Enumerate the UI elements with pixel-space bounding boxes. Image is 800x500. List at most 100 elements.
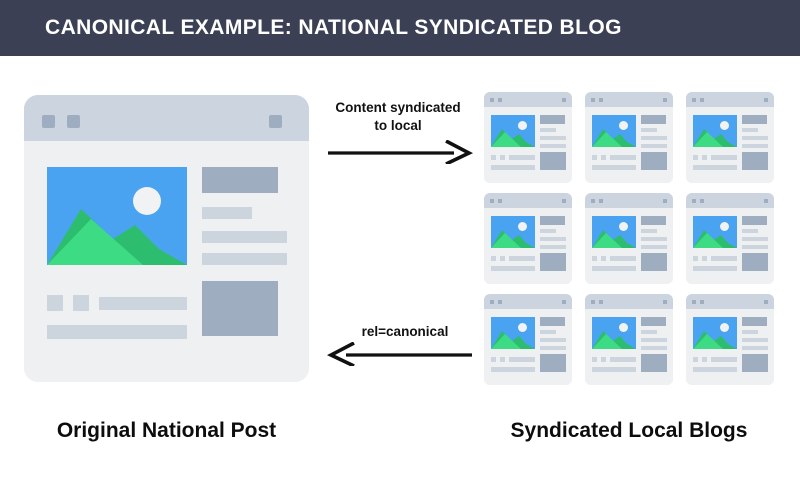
mini-sidebar-block — [641, 354, 667, 372]
mini-meta-chip-2 — [500, 256, 505, 261]
mini-text-line-3 — [742, 346, 768, 350]
mini-text-line-2 — [641, 338, 667, 342]
mini-titlebar-dot-2 — [700, 300, 704, 304]
mini-titlebar-dot-3 — [663, 199, 667, 203]
meta-line — [99, 297, 187, 310]
mini-browser-card — [585, 294, 673, 385]
mini-text-line-3 — [540, 346, 566, 350]
mini-meta-chip-1 — [592, 256, 597, 261]
mini-titlebar-dot-3 — [764, 199, 768, 203]
canonical-arrow-label: rel=canonical — [361, 324, 449, 339]
mini-hero-image — [693, 115, 737, 147]
mini-footer-line — [491, 266, 535, 271]
mini-titlebar-dot-1 — [591, 199, 595, 203]
mini-titlebar-dot-3 — [562, 199, 566, 203]
mini-meta-line — [711, 357, 737, 362]
text-line-3 — [202, 253, 287, 265]
mini-titlebar — [484, 294, 572, 309]
text-line-1 — [202, 207, 252, 219]
mini-meta-chip-1 — [491, 256, 496, 261]
mini-titlebar-dot-1 — [692, 300, 696, 304]
browser-titlebar — [24, 95, 309, 141]
mini-footer-line — [592, 165, 636, 170]
mini-hero-image — [592, 115, 636, 147]
mini-titlebar-dot-3 — [764, 98, 768, 102]
mini-headline — [641, 216, 666, 225]
mini-meta-chip-1 — [693, 256, 698, 261]
meta-chip-2 — [73, 295, 89, 311]
mini-meta-line — [509, 256, 535, 261]
mini-text-line-3 — [742, 144, 768, 148]
mountain-front-icon — [47, 219, 143, 265]
mini-mountain-front-icon — [693, 334, 723, 349]
mini-titlebar-dot-3 — [663, 300, 667, 304]
mini-meta-chip-2 — [500, 357, 505, 362]
mini-titlebar — [686, 193, 774, 208]
headline-placeholder — [202, 167, 278, 193]
mini-content — [686, 208, 774, 284]
mini-footer-line — [693, 165, 737, 170]
mini-text-line-3 — [742, 245, 768, 249]
mini-content — [686, 309, 774, 385]
mini-text-line-3 — [540, 144, 566, 148]
browser-content — [24, 141, 309, 382]
mini-meta-line — [509, 155, 535, 160]
hero-image-placeholder — [47, 167, 187, 265]
mini-meta-chip-1 — [693, 357, 698, 362]
mini-meta-chip-1 — [491, 357, 496, 362]
mini-meta-line — [610, 256, 636, 261]
mini-text-line-2 — [540, 136, 566, 140]
mini-content — [484, 309, 572, 385]
mini-meta-chip-2 — [601, 357, 606, 362]
mini-titlebar-dot-3 — [562, 98, 566, 102]
mini-text-line-2 — [742, 136, 768, 140]
mini-hero-image — [491, 317, 535, 349]
mini-footer-line — [693, 367, 737, 372]
mini-titlebar-dot-3 — [562, 300, 566, 304]
canonical-arrow: rel=canonical — [320, 324, 472, 368]
titlebar-dot-3 — [269, 115, 282, 128]
mini-sidebar-block — [540, 354, 566, 372]
mini-content — [686, 107, 774, 183]
mini-mountain-front-icon — [693, 233, 723, 248]
mini-text-line-1 — [540, 128, 556, 132]
mini-titlebar-dot-2 — [498, 300, 502, 304]
mini-meta-chip-1 — [592, 357, 597, 362]
mini-content — [585, 309, 673, 385]
titlebar-dot-2 — [67, 115, 80, 128]
footer-line — [47, 325, 187, 339]
syndication-arrow: Content syndicated to local — [322, 100, 474, 164]
mini-footer-line — [693, 266, 737, 271]
mini-content — [585, 107, 673, 183]
mini-meta-chip-2 — [702, 256, 707, 261]
mini-meta-line — [711, 155, 737, 160]
original-national-post-browser — [24, 95, 309, 382]
mini-sidebar-block — [641, 253, 667, 271]
mini-mountain-front-icon — [491, 334, 521, 349]
mini-text-line-1 — [641, 330, 657, 334]
mini-titlebar-dot-2 — [498, 199, 502, 203]
mini-titlebar-dot-2 — [700, 98, 704, 102]
arrow-right-icon — [328, 140, 474, 164]
mini-titlebar-dot-3 — [764, 300, 768, 304]
mini-titlebar — [686, 294, 774, 309]
caption-original-national-post: Original National Post — [56, 419, 277, 442]
mini-hero-image — [491, 115, 535, 147]
mini-headline — [742, 115, 767, 124]
mini-titlebar-dot-2 — [498, 98, 502, 102]
mini-headline — [540, 216, 565, 225]
syndication-arrow-label-line1: Content syndicated — [335, 100, 461, 115]
mini-mountain-front-icon — [592, 132, 622, 147]
mini-titlebar-dot-1 — [692, 98, 696, 102]
mini-meta-chip-2 — [702, 357, 707, 362]
mini-footer-line — [491, 165, 535, 170]
mini-titlebar-dot-2 — [599, 98, 603, 102]
mini-titlebar — [686, 92, 774, 107]
mini-headline — [540, 115, 565, 124]
mini-browser-card — [686, 294, 774, 385]
mini-text-line-1 — [742, 128, 758, 132]
mini-headline — [641, 115, 666, 124]
header-bar: CANONICAL EXAMPLE: NATIONAL SYNDICATED B… — [0, 0, 800, 56]
syndicated-local-blogs-grid — [484, 92, 774, 387]
mini-text-line-2 — [742, 338, 768, 342]
